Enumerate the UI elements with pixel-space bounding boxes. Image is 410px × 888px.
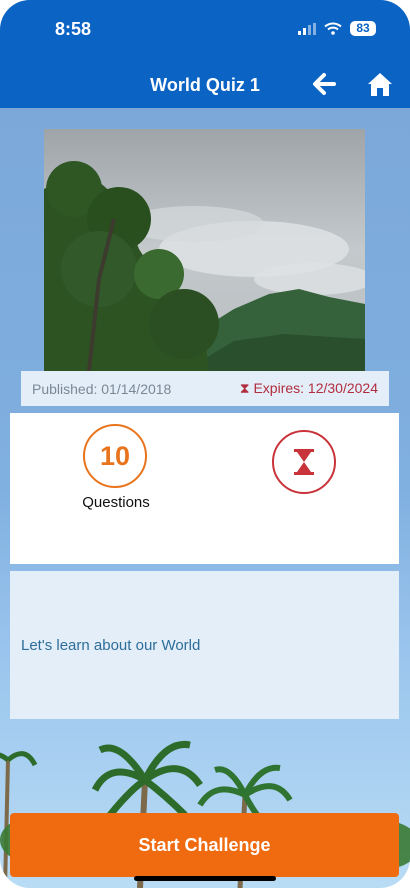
app-header: 8:58 83 World Quiz 1 [0,0,410,108]
expires-date: Expires: 12/30/2024 [253,380,378,396]
signal-icon [298,22,316,35]
back-button[interactable] [312,71,338,97]
expires-date-container: ⧗ Expires: 12/30/2024 [240,380,378,397]
status-time: 8:58 [55,19,92,39]
quiz-dates: Published: 01/14/2018 ⧗ Expires: 12/30/2… [21,371,389,406]
page-title: World Quiz 1 [150,75,260,95]
app-screen: 8:58 83 World Quiz 1 Published: 01/14/20… [0,0,410,888]
start-challenge-button[interactable]: Start Challenge [10,813,399,877]
timer-badge [272,430,336,494]
home-button[interactable] [366,70,394,98]
hourglass-icon [294,449,314,475]
home-indicator [134,876,276,881]
question-count: 10 [83,424,147,488]
quiz-description-card: Let's learn about our World [10,571,399,719]
quiz-stats-card: 10 Questions [10,413,399,564]
published-date: Published: 01/14/2018 [32,380,172,397]
wifi-icon [324,22,342,35]
status-icons: 83 [298,21,376,36]
questions-label: Questions [82,494,150,511]
hourglass-icon: ⧗ [239,380,250,396]
quiz-description: Let's learn about our World [21,637,201,654]
battery-indicator: 83 [350,21,376,36]
quiz-image [44,129,365,371]
